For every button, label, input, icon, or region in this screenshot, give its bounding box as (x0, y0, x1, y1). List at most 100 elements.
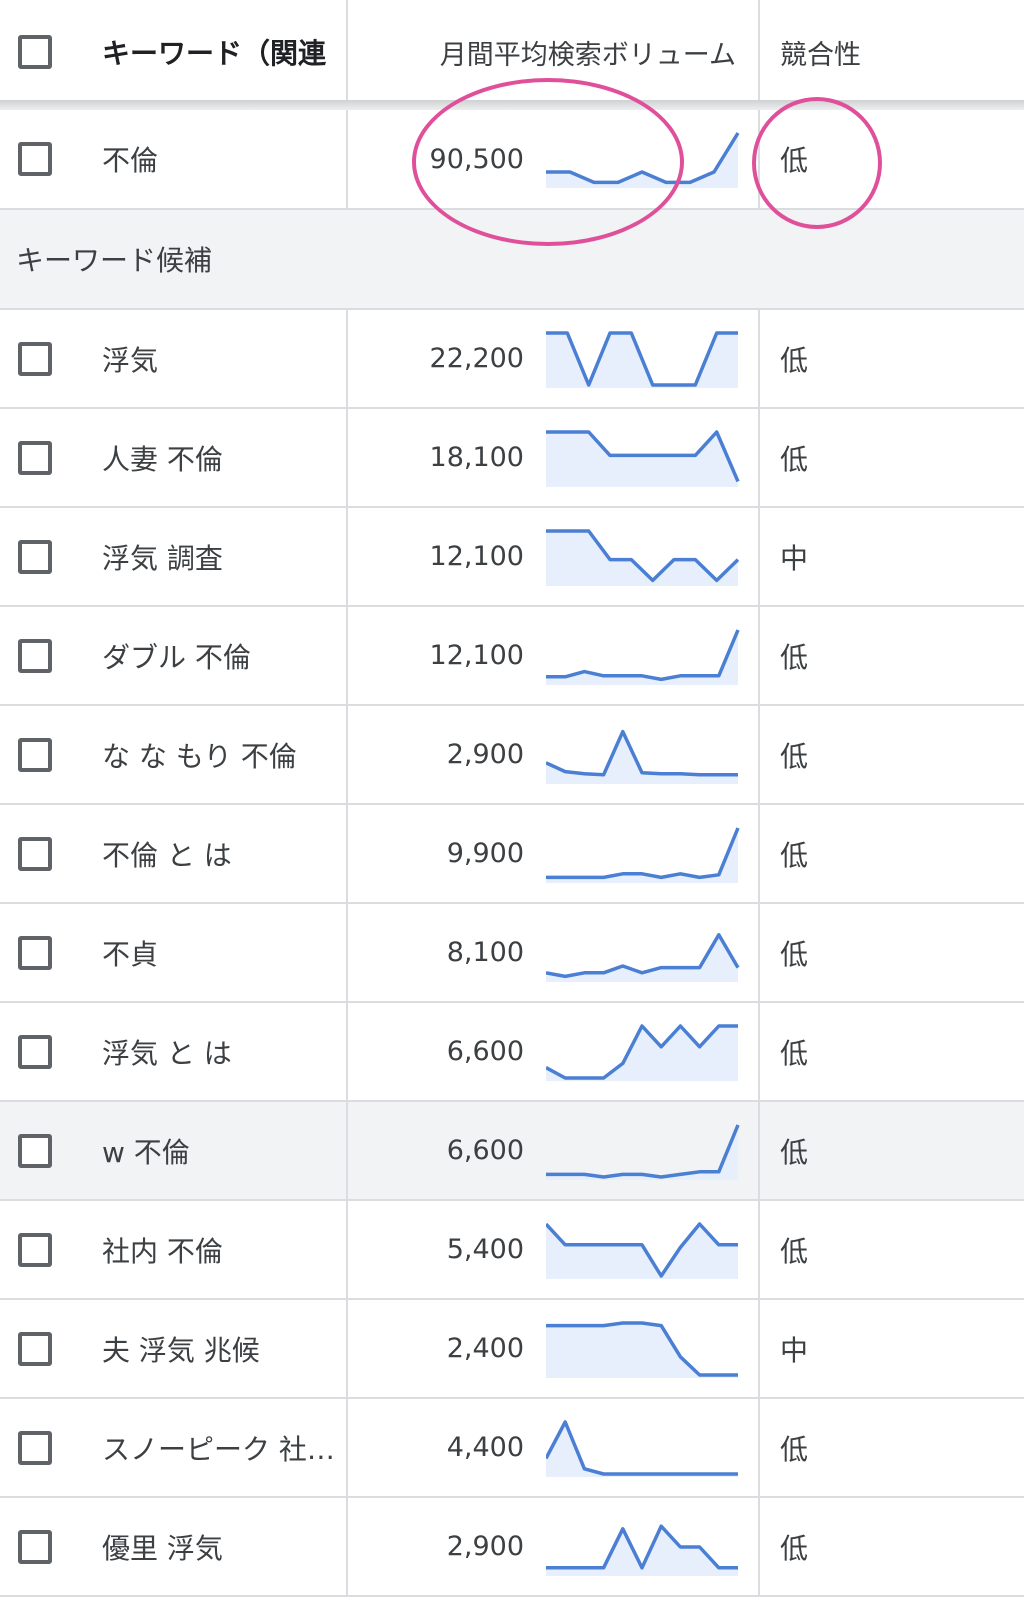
keyword-text: 浮気 と は (70, 1003, 348, 1100)
competition-value: 中 (780, 1333, 809, 1367)
row-checkbox[interactable] (18, 1529, 52, 1564)
competition-value: 低 (780, 144, 809, 177)
competition-value: 低 (780, 1531, 809, 1565)
row-checkbox-cell (0, 1201, 70, 1298)
keyword-row[interactable]: 夫 浮気 兆候 2,400 中 (0, 1300, 1024, 1399)
row-checkbox-cell (0, 805, 70, 902)
row-checkbox-cell (0, 1300, 70, 1397)
keyword-text: 浮気 調査 (70, 508, 348, 605)
primary-keyword-row[interactable]: 不倫 90,500 低 (0, 110, 1024, 210)
volume-value: 18,100 (429, 442, 524, 473)
row-checkbox[interactable] (18, 1133, 52, 1168)
volume-value: 2,900 (446, 739, 524, 770)
volume-value: 2,400 (446, 1333, 524, 1364)
keyword-text: 夫 浮気 兆候 (70, 1300, 348, 1397)
volume-cell: 2,400 (348, 1300, 760, 1397)
keyword-row[interactable]: スノーピーク 社… 4,400 低 (0, 1399, 1024, 1498)
keyword-text: 優里 浮気 (70, 1498, 348, 1595)
trend-sparkline (546, 1221, 738, 1279)
keyword-text: スノーピーク 社… (70, 1399, 348, 1496)
row-checkbox[interactable] (18, 1430, 52, 1465)
volume-cell: 9,900 (348, 805, 760, 902)
row-checkbox[interactable] (18, 341, 52, 376)
keyword-text: 不貞 (70, 904, 348, 1001)
volume-value: 4,400 (446, 1432, 524, 1463)
select-all-cell (0, 0, 70, 104)
sparkline-area (546, 1322, 738, 1378)
row-checkbox[interactable] (18, 935, 52, 970)
keyword-row[interactable]: ダブル 不倫 12,100 低 (0, 607, 1024, 706)
row-checkbox-cell (0, 607, 70, 704)
volume-value: 12,100 (429, 541, 524, 572)
volume-cell: 2,900 (348, 706, 760, 803)
row-checkbox[interactable] (18, 1331, 52, 1366)
row-checkbox-cell (0, 1399, 70, 1496)
volume-cell: 90,500 (348, 110, 760, 208)
volume-value: 6,600 (446, 1036, 524, 1067)
keyword-text: 不倫 (70, 110, 348, 208)
keyword-row[interactable]: 不貞 8,100 低 (0, 904, 1024, 1003)
table-header: キーワード（関連 月間平均検索ボリューム 競合性 (0, 0, 1024, 104)
keyword-column-header[interactable]: キーワード（関連 (70, 0, 348, 104)
volume-cell: 4,400 (348, 1399, 760, 1496)
competition-value: 低 (780, 442, 809, 476)
row-checkbox[interactable] (18, 142, 52, 176)
volume-cell: 6,600 (348, 1102, 760, 1199)
sparkline-line (546, 729, 738, 777)
sparkline-area (546, 530, 738, 586)
row-checkbox[interactable] (18, 1034, 52, 1069)
competition-value: 低 (780, 838, 809, 872)
keyword-text: 社内 不倫 (70, 1201, 348, 1298)
volume-cell: 12,100 (348, 607, 760, 704)
keyword-row[interactable]: 社内 不倫 5,400 低 (0, 1201, 1024, 1300)
competition-value: 中 (780, 541, 809, 575)
trend-sparkline (546, 1320, 738, 1378)
keyword-row[interactable]: 浮気 と は 6,600 低 (0, 1003, 1024, 1102)
trend-sparkline (546, 132, 740, 188)
volume-cell: 22,200 (348, 310, 760, 407)
row-checkbox-cell (0, 110, 70, 208)
keyword-text: ダブル 不倫 (70, 607, 348, 704)
keyword-row[interactable]: w 不倫 6,600 低 (0, 1102, 1024, 1201)
keyword-row[interactable]: 人妻 不倫 18,100 低 (0, 409, 1024, 508)
row-checkbox[interactable] (18, 539, 52, 574)
trend-sparkline (546, 826, 740, 883)
row-checkbox[interactable] (18, 638, 52, 673)
keyword-text: 不倫 と は (70, 805, 348, 902)
sparkline-line (546, 1123, 740, 1179)
trend-sparkline (546, 330, 738, 388)
keyword-text: w 不倫 (70, 1102, 348, 1199)
row-checkbox-cell (0, 508, 70, 605)
keyword-row[interactable]: 浮気 調査 12,100 中 (0, 508, 1024, 607)
volume-column-header[interactable]: 月間平均検索ボリューム (348, 0, 760, 104)
trend-sparkline (546, 1419, 738, 1477)
volume-cell: 2,900 (348, 1498, 760, 1595)
volume-cell: 12,100 (348, 508, 760, 605)
competition-column-header[interactable]: 競合性 (760, 0, 1024, 104)
row-checkbox-cell (0, 1003, 70, 1100)
row-checkbox[interactable] (18, 1232, 52, 1267)
volume-value: 90,500 (429, 143, 524, 175)
volume-value: 2,900 (446, 1531, 524, 1562)
volume-cell: 8,100 (348, 904, 760, 1001)
keyword-row[interactable]: 浮気 22,200 低 (0, 310, 1024, 409)
trend-sparkline (546, 1523, 738, 1576)
trend-sparkline (546, 729, 738, 784)
keyword-row[interactable]: 不倫 と は 9,900 低 (0, 805, 1024, 904)
sparkline-line (546, 826, 740, 879)
select-all-checkbox[interactable] (18, 35, 52, 69)
row-checkbox[interactable] (18, 440, 52, 475)
trend-sparkline (546, 932, 740, 982)
volume-value: 5,400 (446, 1234, 524, 1265)
keyword-row[interactable]: な な もり 不倫 2,900 低 (0, 706, 1024, 805)
trend-sparkline (546, 528, 740, 586)
volume-value: 12,100 (429, 640, 524, 671)
row-checkbox-cell (0, 1102, 70, 1199)
sparkline-area (546, 133, 738, 188)
row-checkbox[interactable] (18, 836, 52, 871)
row-checkbox[interactable] (18, 737, 52, 772)
sparkline-line (546, 628, 740, 681)
keyword-row[interactable]: 優里 浮気 2,900 低 (0, 1498, 1024, 1597)
trend-sparkline (546, 1023, 738, 1081)
volume-value: 6,600 (446, 1135, 524, 1166)
